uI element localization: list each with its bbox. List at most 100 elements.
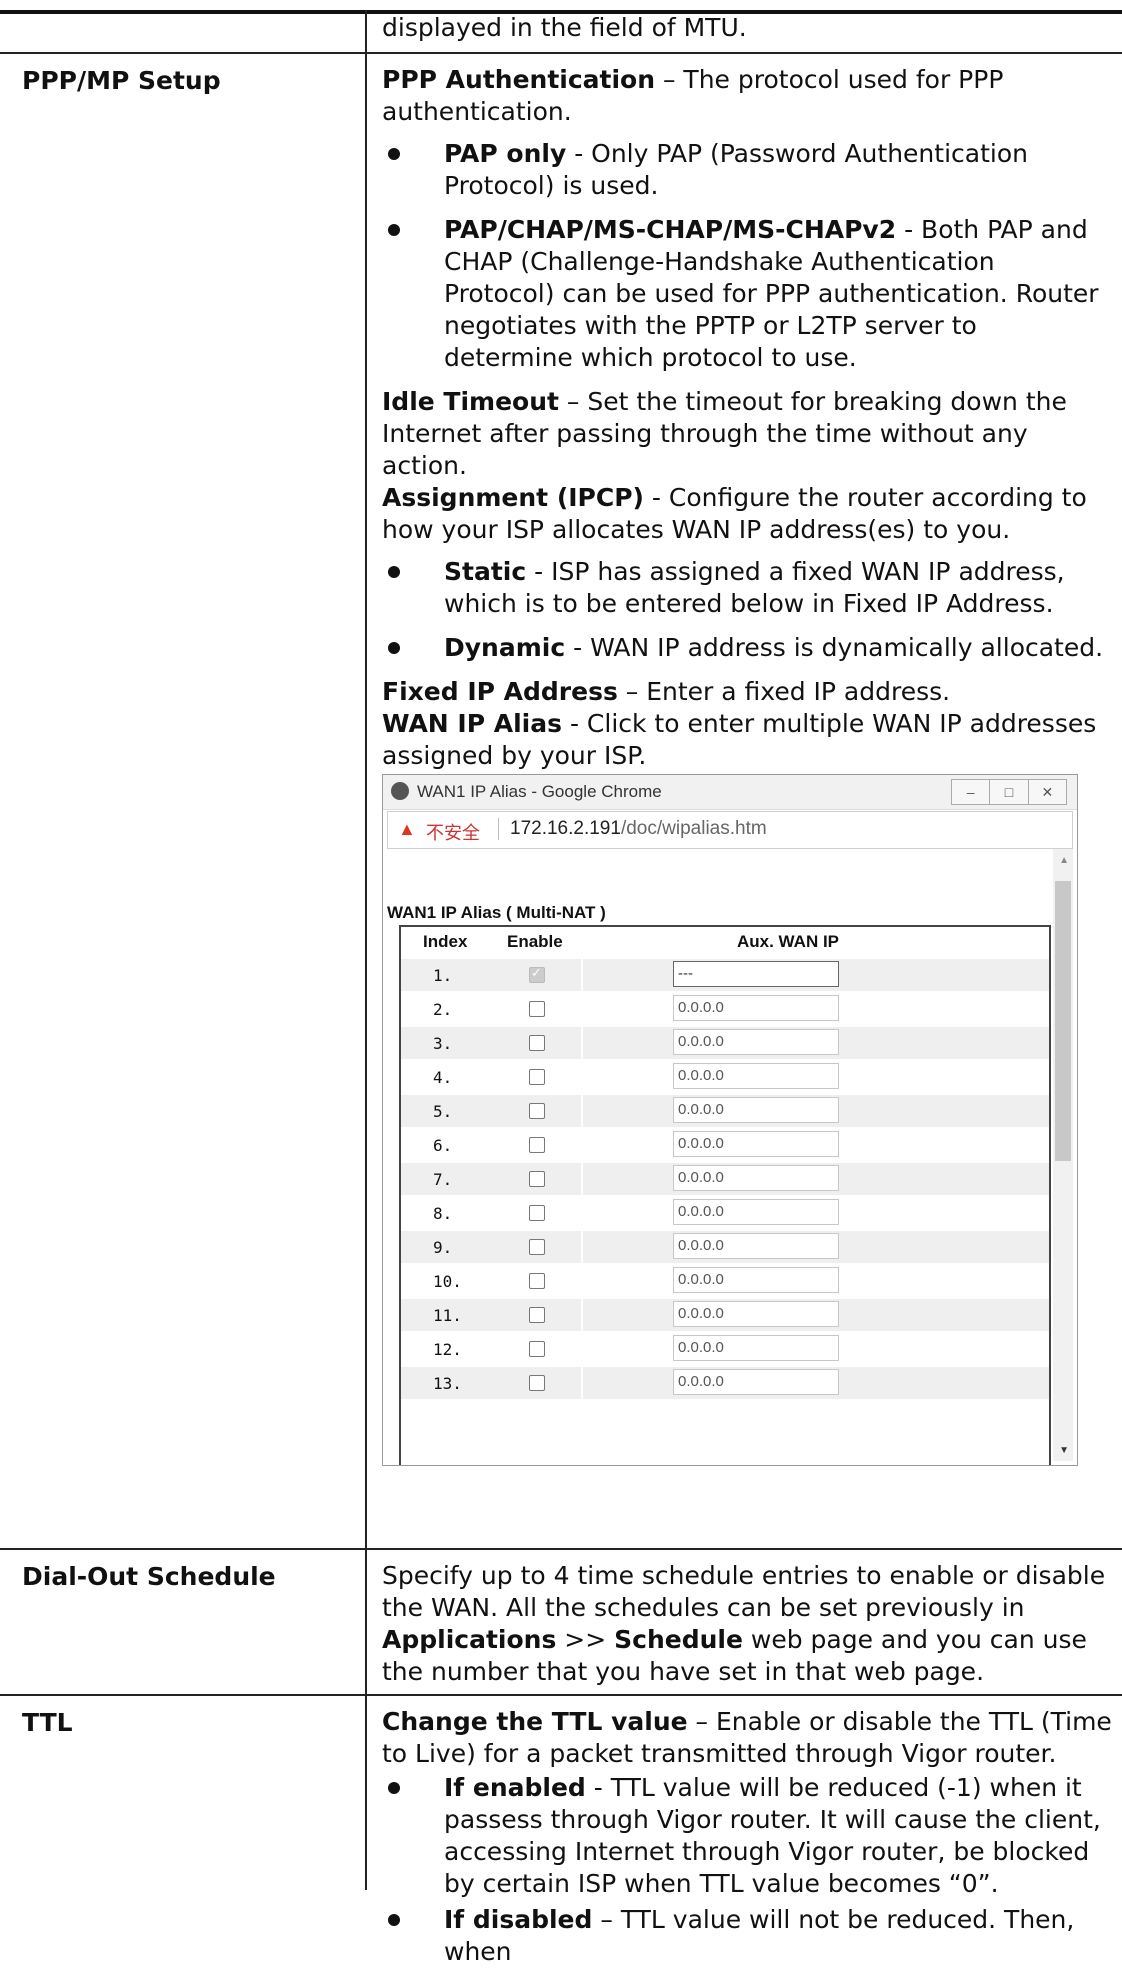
scroll-down-arrow-icon[interactable]: ▼ bbox=[1059, 1445, 1069, 1456]
pap-term: PAP only bbox=[444, 139, 567, 168]
wan-alias-term: WAN IP Alias bbox=[382, 709, 562, 738]
dial-out-para: Specify up to 4 time schedule entries to… bbox=[382, 1560, 1112, 1688]
dial-out-schedule-label: Dial-Out Schedule bbox=[22, 1562, 276, 1591]
bullet-pap: PAP only - Only PAP (Password Authentica… bbox=[382, 138, 1112, 202]
enable-checkbox[interactable] bbox=[529, 1375, 545, 1391]
scroll-up-arrow-icon[interactable]: ▲ bbox=[1059, 855, 1069, 866]
col-wan-ip-header: Aux. WAN IP bbox=[737, 932, 840, 951]
aux-wan-ip-input[interactable]: 0.0.0.0 bbox=[673, 1369, 839, 1395]
cell-separator bbox=[581, 1231, 583, 1263]
maximize-icon[interactable]: □ bbox=[990, 780, 1029, 804]
dynamic-text: - WAN IP address is dynamically allocate… bbox=[565, 633, 1104, 662]
dial-text-b: >> bbox=[556, 1625, 615, 1654]
alias-row: 13. 0.0.0.0 bbox=[401, 1367, 1049, 1399]
ttl-change-para: Change the TTL value – Enable or disable… bbox=[382, 1706, 1112, 1770]
alias-index: 12. bbox=[433, 1340, 462, 1359]
dynamic-term: Dynamic bbox=[444, 633, 566, 662]
ttl-description: Change the TTL value – Enable or disable… bbox=[382, 1706, 1112, 1980]
address-bar[interactable]: ▲ 不安全 172.16.2.191/doc/wipalias.htm bbox=[387, 811, 1073, 849]
alias-table: Index Enable Aux. WAN IP 1.---2.0.0.0.03… bbox=[399, 925, 1051, 1465]
aux-wan-ip-input[interactable]: 0.0.0.0 bbox=[673, 1063, 839, 1089]
alias-row: 5. 0.0.0.0 bbox=[401, 1095, 1049, 1127]
wan-alias-para: WAN IP Alias - Click to enter multiple W… bbox=[382, 708, 1112, 772]
ipcp-para: Assignment (IPCP) - Configure the router… bbox=[382, 482, 1112, 546]
dial-text-a: Specify up to 4 time schedule entries to… bbox=[382, 1561, 1106, 1622]
cell-separator bbox=[581, 1197, 583, 1229]
applications-term: Applications bbox=[382, 1625, 557, 1654]
enable-checkbox[interactable] bbox=[529, 1069, 545, 1085]
enable-checkbox[interactable] bbox=[529, 1137, 545, 1153]
aux-wan-ip-input[interactable]: 0.0.0.0 bbox=[673, 1199, 839, 1225]
alias-row: 6. 0.0.0.0 bbox=[401, 1129, 1049, 1161]
alias-table-title: WAN1 IP Alias ( Multi-NAT ) bbox=[387, 903, 606, 922]
window-title: WAN1 IP Alias - Google Chrome bbox=[417, 782, 662, 801]
bullet-dot bbox=[388, 642, 400, 654]
alias-row: 10. 0.0.0.0 bbox=[401, 1265, 1049, 1297]
enable-checkbox[interactable] bbox=[529, 1205, 545, 1221]
col-enable-header: Enable bbox=[507, 932, 563, 951]
alias-row: 1. --- bbox=[401, 959, 1049, 991]
row-divider bbox=[0, 1548, 1122, 1550]
aux-wan-ip-input[interactable]: 0.0.0.0 bbox=[673, 1267, 839, 1293]
enable-checkbox[interactable] bbox=[529, 1103, 545, 1119]
alias-index: 5. bbox=[433, 1102, 453, 1121]
alias-row: 3. 0.0.0.0 bbox=[401, 1027, 1049, 1059]
alias-table-header: Index Enable Aux. WAN IP bbox=[401, 927, 1049, 957]
cell-separator bbox=[581, 1299, 583, 1331]
alias-row: 7. 0.0.0.0 bbox=[401, 1163, 1049, 1195]
url-text: 172.16.2.191/doc/wipalias.htm bbox=[510, 818, 767, 840]
insecure-label: 不安全 bbox=[426, 823, 480, 843]
aux-wan-ip-input[interactable]: 0.0.0.0 bbox=[673, 1335, 839, 1361]
ttl-label: TTL bbox=[22, 1708, 73, 1737]
aux-wan-ip-input[interactable]: 0.0.0.0 bbox=[673, 1131, 839, 1157]
enable-checkbox[interactable] bbox=[529, 1171, 545, 1187]
cell-separator bbox=[581, 1095, 583, 1127]
aux-wan-ip-input[interactable]: 0.0.0.0 bbox=[673, 1165, 839, 1191]
bullet-static: Static - ISP has assigned a fixed WAN IP… bbox=[382, 556, 1112, 620]
alias-row: 9. 0.0.0.0 bbox=[401, 1231, 1049, 1263]
ttl-enabled-term: If enabled bbox=[444, 1773, 586, 1802]
aux-wan-ip-input[interactable]: 0.0.0.0 bbox=[673, 1097, 839, 1123]
enable-checkbox[interactable] bbox=[529, 1035, 545, 1051]
alias-index: 7. bbox=[433, 1170, 453, 1189]
col-index-header: Index bbox=[423, 932, 468, 951]
chap-term: PAP/CHAP/MS-CHAP/MS-CHAPv2 bbox=[444, 215, 897, 244]
enable-checkbox bbox=[529, 965, 545, 983]
aux-wan-ip-input[interactable]: --- bbox=[673, 961, 839, 987]
bullet-dot bbox=[388, 1782, 400, 1794]
row-divider bbox=[0, 1694, 1122, 1696]
enable-checkbox[interactable] bbox=[529, 1307, 545, 1323]
aux-wan-ip-input[interactable]: 0.0.0.0 bbox=[673, 1233, 839, 1259]
alias-row: 11. 0.0.0.0 bbox=[401, 1299, 1049, 1331]
enable-checkbox[interactable] bbox=[529, 1273, 545, 1289]
warning-icon: ▲ bbox=[398, 819, 416, 839]
window-controls: – □ ✕ bbox=[951, 779, 1067, 805]
aux-wan-ip-input[interactable]: 0.0.0.0 bbox=[673, 1029, 839, 1055]
mtu-continuation-text: displayed in the field of MTU. bbox=[382, 13, 747, 42]
row-divider bbox=[0, 52, 1122, 54]
bullet-dot bbox=[388, 224, 400, 236]
enable-checkbox[interactable] bbox=[529, 1001, 545, 1017]
column-divider bbox=[365, 10, 367, 1890]
cell-separator bbox=[581, 1061, 583, 1093]
fixed-ip-text: – Enter a fixed IP address. bbox=[617, 677, 951, 706]
ttl-disabled-term: If disabled bbox=[444, 1905, 593, 1934]
aux-wan-ip-input[interactable]: 0.0.0.0 bbox=[673, 995, 839, 1021]
bullet-ttl-enabled: If enabled - TTL value will be reduced (… bbox=[382, 1772, 1112, 1900]
close-icon[interactable]: ✕ bbox=[1029, 780, 1066, 804]
cell-separator bbox=[581, 1163, 583, 1195]
bullet-dot bbox=[388, 566, 400, 578]
ppp-setup-label: PPP/MP Setup bbox=[22, 66, 221, 95]
static-text: - ISP has assigned a fixed WAN IP addres… bbox=[444, 557, 1065, 618]
document-table: displayed in the field of MTU. PPP/MP Se… bbox=[0, 0, 1122, 1966]
dial-out-schedule-description: Specify up to 4 time schedule entries to… bbox=[382, 1560, 1112, 1698]
schedule-term: Schedule bbox=[614, 1625, 743, 1654]
scrollbar-thumb[interactable] bbox=[1055, 881, 1071, 1161]
aux-wan-ip-input[interactable]: 0.0.0.0 bbox=[673, 1301, 839, 1327]
enable-checkbox[interactable] bbox=[529, 1341, 545, 1357]
cell-separator bbox=[581, 1027, 583, 1059]
enable-checkbox[interactable] bbox=[529, 1239, 545, 1255]
alias-index: 6. bbox=[433, 1136, 453, 1155]
alias-index: 8. bbox=[433, 1204, 453, 1223]
minimize-icon[interactable]: – bbox=[952, 780, 991, 804]
